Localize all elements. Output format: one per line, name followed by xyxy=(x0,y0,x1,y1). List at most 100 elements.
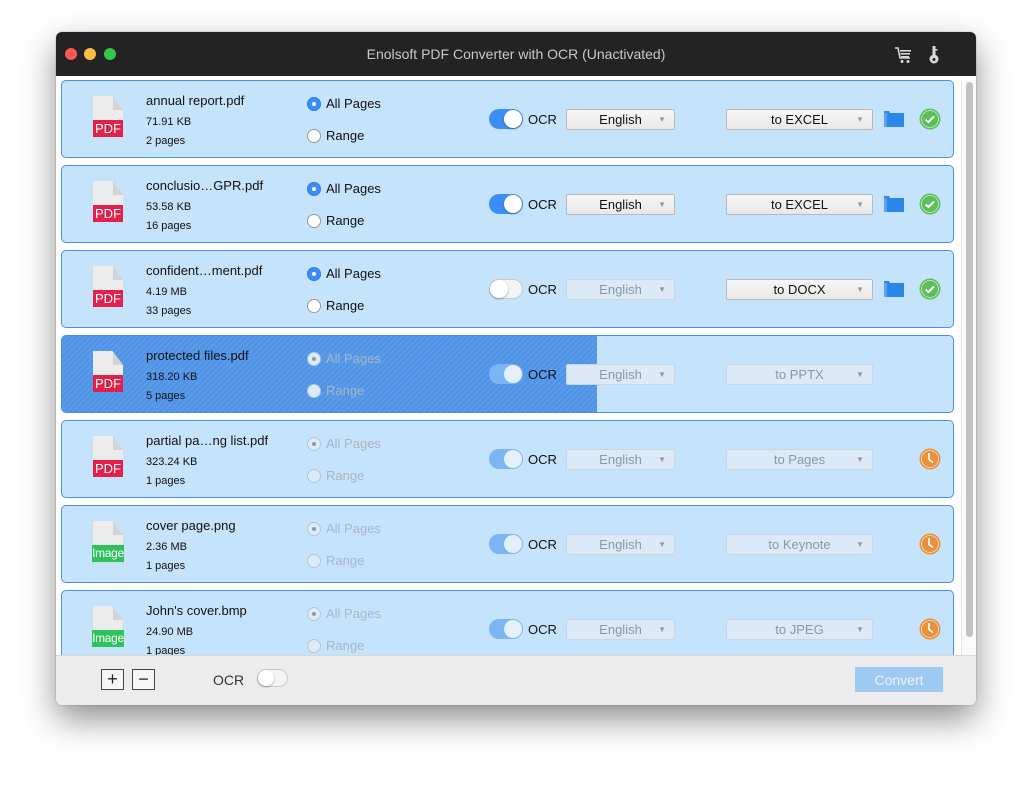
folder-icon[interactable] xyxy=(884,280,904,297)
file-size: 24.90 MB xyxy=(146,626,194,638)
radio-dot xyxy=(307,436,321,451)
ocr-label: OCR xyxy=(528,197,557,212)
folder-icon[interactable] xyxy=(884,110,904,127)
ocr-label: OCR xyxy=(528,282,557,297)
output-format-dropdown[interactable]: to PPTX ▼ xyxy=(726,364,873,385)
file-size: 2.36 MB xyxy=(146,541,187,553)
format-value: to EXCEL xyxy=(770,112,829,127)
remove-file-button[interactable]: − xyxy=(132,669,155,690)
file-row[interactable]: PDF partial pa…ng list.pdf 323.24 KB 1 p… xyxy=(61,420,954,498)
file-size: 4.19 MB xyxy=(146,286,187,298)
language-dropdown[interactable]: English ▼ xyxy=(566,109,675,130)
page-count: 5 pages xyxy=(146,390,186,402)
range-radio[interactable]: Range xyxy=(307,553,364,568)
add-file-button[interactable]: + xyxy=(101,669,124,690)
all-pages-radio[interactable]: All Pages xyxy=(307,606,381,621)
dropdown-arrow-icon: ▼ xyxy=(658,115,666,124)
range-label: Range xyxy=(326,298,365,313)
radio-dot xyxy=(307,298,321,313)
range-radio[interactable]: Range xyxy=(307,468,364,483)
file-row[interactable]: PDF annual report.pdf 71.91 KB 2 pages A… xyxy=(61,80,954,158)
dropdown-arrow-icon: ▼ xyxy=(658,540,666,549)
file-type-badge: PDF xyxy=(93,290,123,307)
all-pages-label: All Pages xyxy=(326,606,381,621)
file-type-badge: PDF xyxy=(93,375,123,392)
toggle-knob xyxy=(504,620,522,638)
output-format-dropdown[interactable]: to EXCEL ▼ xyxy=(726,194,873,215)
key-icon[interactable] xyxy=(924,45,944,65)
file-type-icon: PDF xyxy=(88,266,128,312)
output-format-dropdown[interactable]: to EXCEL ▼ xyxy=(726,109,873,130)
file-name: conclusio…GPR.pdf xyxy=(146,178,264,193)
language-dropdown[interactable]: English ▼ xyxy=(566,619,675,640)
pending-clock-icon xyxy=(919,448,941,470)
file-name: partial pa…ng list.pdf xyxy=(146,433,269,448)
global-ocr-toggle[interactable] xyxy=(257,669,288,687)
output-format-dropdown[interactable]: to Keynote ▼ xyxy=(726,534,873,555)
format-value: to PPTX xyxy=(775,367,824,382)
scrollbar[interactable] xyxy=(961,80,976,655)
toggle-knob xyxy=(504,450,522,468)
ocr-toggle[interactable] xyxy=(489,279,523,299)
file-row[interactable]: PDF confident…ment.pdf 4.19 MB 33 pages … xyxy=(61,250,954,328)
file-type-badge: PDF xyxy=(93,120,123,137)
radio-dot xyxy=(307,213,321,228)
output-format-dropdown[interactable]: to Pages ▼ xyxy=(726,449,873,470)
all-pages-radio[interactable]: All Pages xyxy=(307,351,381,366)
file-row[interactable]: PDF protected files.pdf 318.20 KB 5 page… xyxy=(61,335,954,413)
file-type-icon: PDF xyxy=(88,96,128,142)
range-radio[interactable]: Range xyxy=(307,383,364,398)
output-format-dropdown[interactable]: to JPEG ▼ xyxy=(726,619,873,640)
format-value: to Pages xyxy=(773,452,826,467)
ocr-toggle[interactable] xyxy=(489,449,523,469)
language-dropdown[interactable]: English ▼ xyxy=(566,534,675,555)
format-value: to EXCEL xyxy=(770,197,829,212)
language-value: English xyxy=(599,367,642,382)
ocr-toggle[interactable] xyxy=(489,534,523,554)
range-radio[interactable]: Range xyxy=(307,298,364,313)
dropdown-arrow-icon: ▼ xyxy=(658,200,666,209)
format-value: to Keynote xyxy=(768,537,831,552)
file-row[interactable]: Image cover page.png 2.36 MB 1 pages All… xyxy=(61,505,954,583)
app-window: Enolsoft PDF Converter with OCR (Unactiv… xyxy=(56,32,976,705)
all-pages-radio[interactable]: All Pages xyxy=(307,181,381,196)
all-pages-label: All Pages xyxy=(326,96,381,111)
dropdown-arrow-icon: ▼ xyxy=(658,455,666,464)
ocr-toggle[interactable] xyxy=(489,364,523,384)
dropdown-arrow-icon: ▼ xyxy=(856,200,864,209)
all-pages-radio[interactable]: All Pages xyxy=(307,266,381,281)
radio-dot xyxy=(307,181,321,196)
language-dropdown[interactable]: English ▼ xyxy=(566,449,675,470)
all-pages-label: All Pages xyxy=(326,266,381,281)
all-pages-radio[interactable]: All Pages xyxy=(307,96,381,111)
range-label: Range xyxy=(326,213,365,228)
done-check-icon xyxy=(919,278,941,300)
range-radio[interactable]: Range xyxy=(307,213,364,228)
cart-icon[interactable] xyxy=(894,45,914,65)
range-radio[interactable]: Range xyxy=(307,128,364,143)
file-size: 71.91 KB xyxy=(146,116,192,128)
all-pages-radio[interactable]: All Pages xyxy=(307,521,381,536)
done-check-icon xyxy=(919,193,941,215)
output-format-dropdown[interactable]: to DOCX ▼ xyxy=(726,279,873,300)
radio-dot xyxy=(307,351,321,366)
language-value: English xyxy=(599,537,642,552)
range-radio[interactable]: Range xyxy=(307,638,364,653)
scrollbar-thumb[interactable] xyxy=(966,82,973,637)
folder-icon[interactable] xyxy=(884,195,904,212)
file-row[interactable]: Image John's cover.bmp 24.90 MB 1 pages … xyxy=(61,590,954,655)
convert-button[interactable]: Convert xyxy=(855,667,943,692)
file-row[interactable]: PDF conclusio…GPR.pdf 53.58 KB 16 pages … xyxy=(61,165,954,243)
toggle-knob xyxy=(504,365,522,383)
file-size: 323.24 KB xyxy=(146,456,198,468)
file-type-icon: Image xyxy=(88,606,128,652)
ocr-toggle[interactable] xyxy=(489,109,523,129)
language-dropdown[interactable]: English ▼ xyxy=(566,364,675,385)
radio-dot xyxy=(307,96,321,111)
language-dropdown[interactable]: English ▼ xyxy=(566,194,675,215)
language-dropdown[interactable]: English ▼ xyxy=(566,279,675,300)
ocr-toggle[interactable] xyxy=(489,619,523,639)
all-pages-radio[interactable]: All Pages xyxy=(307,436,381,451)
ocr-toggle[interactable] xyxy=(489,194,523,214)
file-type-badge: Image xyxy=(92,630,124,647)
